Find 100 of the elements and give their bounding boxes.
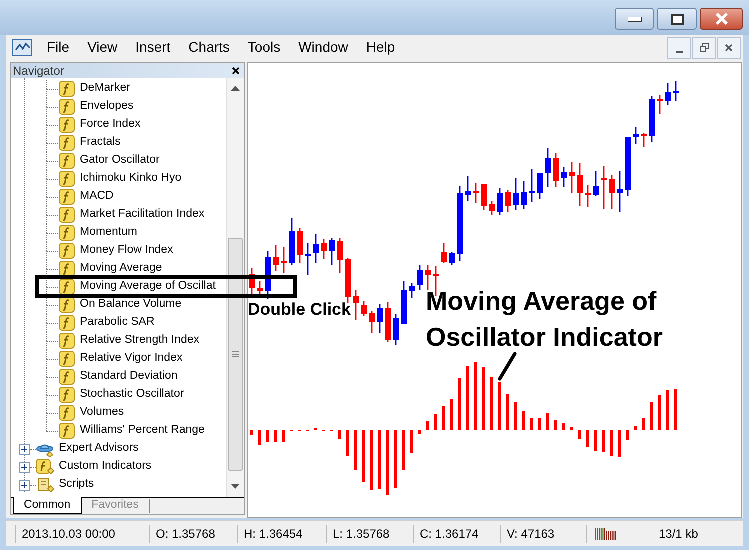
scroll-down-icon[interactable] [231, 484, 240, 489]
oscillator-bar [658, 395, 662, 430]
candlestick [625, 137, 631, 196]
candlestick [345, 258, 351, 303]
status-text: 2013.10.03 00:00 [16, 524, 150, 542]
oscillator-bar [266, 430, 270, 442]
oscillator-bar [618, 430, 622, 457]
oscillator-bar [610, 430, 614, 456]
menu-item[interactable]: View [78, 37, 127, 58]
function-icon [59, 297, 75, 313]
menu-item[interactable]: File [38, 37, 79, 58]
candlestick [481, 184, 487, 210]
oscillator-bar [378, 430, 382, 489]
scrollbar[interactable] [226, 78, 244, 497]
tree-item[interactable]: Stochastic Oscillator [80, 389, 184, 401]
function-icon [59, 225, 75, 241]
scrollbar-thumb[interactable] [228, 238, 243, 471]
tree-item[interactable]: Gator Oscillator [80, 155, 160, 167]
tree-item[interactable]: On Balance Volume [80, 299, 182, 311]
tree-item[interactable]: MACD [80, 191, 114, 203]
tree-item[interactable]: Standard Deviation [80, 371, 178, 383]
close-button[interactable] [700, 8, 743, 30]
candlestick [337, 238, 343, 273]
candlestick [465, 176, 471, 201]
expand-icon[interactable] [19, 462, 30, 472]
candlestick [489, 201, 495, 215]
minimize-button[interactable] [615, 8, 654, 30]
tree-item[interactable]: Volumes [80, 407, 124, 419]
oscillator-bar [538, 418, 542, 430]
oscillator-bar [514, 402, 518, 430]
tree-item[interactable]: Fractals [80, 137, 121, 149]
scroll-up-icon[interactable] [231, 86, 240, 91]
menu-item[interactable]: Window [290, 37, 358, 58]
menu-item[interactable]: Insert [126, 37, 180, 58]
oscillator-bar [394, 430, 398, 488]
expand-icon[interactable] [19, 480, 30, 490]
candlestick [297, 228, 303, 263]
oscillator-bar [354, 430, 358, 470]
minimize-icon [628, 16, 642, 22]
candlestick [265, 251, 271, 299]
tree-item[interactable]: Relative Strength Index [80, 335, 200, 347]
candlestick [497, 188, 503, 215]
tree-item[interactable]: Expert Advisors [59, 443, 139, 455]
navigator-tab[interactable]: Common [13, 497, 82, 514]
maximize-button[interactable] [657, 8, 697, 30]
status-text: H: 1.36454 [238, 524, 327, 542]
candlestick [577, 163, 583, 206]
oscillator-bar [490, 377, 494, 430]
restore-icon [700, 43, 708, 52]
status-text: 13/1 kb [658, 526, 700, 542]
tree-item[interactable]: Moving Average of Oscillat [80, 281, 216, 293]
function-icon [59, 207, 75, 223]
candlestick [561, 167, 567, 187]
oscillator-bar [370, 430, 374, 490]
oscillator-bar [626, 430, 630, 440]
oscillator-bar [362, 430, 366, 482]
oscillator-bar [346, 430, 350, 456]
candlestick [657, 95, 663, 114]
oscillator-bar [642, 418, 646, 430]
candlestick [513, 178, 519, 210]
oscillator-bar [474, 362, 478, 430]
oscillator-bar [666, 390, 670, 430]
tree-item[interactable]: Market Facilitation Index [80, 209, 205, 221]
leader-line [498, 352, 518, 382]
menu-item[interactable]: Help [357, 37, 404, 58]
tree-item[interactable]: Relative Vigor Index [80, 353, 183, 365]
candlestick [633, 127, 639, 144]
candlestick [353, 290, 359, 320]
tree-item[interactable]: Envelopes [80, 101, 134, 113]
menu-item[interactable]: Charts [180, 37, 239, 58]
function-icon [59, 405, 75, 421]
tree-item[interactable]: Force Index [80, 119, 141, 131]
expand-icon[interactable] [19, 444, 30, 454]
tree-item[interactable]: Williams' Percent Range [80, 425, 205, 437]
tree-item[interactable]: Momentum [80, 227, 138, 239]
candlestick [585, 185, 591, 207]
candlestick [361, 301, 367, 316]
restore-button[interactable] [692, 36, 716, 58]
tree-item[interactable]: DeMarker [80, 83, 130, 95]
candlestick [553, 153, 559, 187]
close-icon[interactable] [232, 66, 240, 74]
close-icon [714, 13, 728, 25]
status-text: C: 1.36174 [414, 524, 501, 542]
candlestick [569, 162, 575, 193]
menu-item[interactable]: Tools [238, 37, 290, 58]
oscillator-bar [418, 430, 422, 434]
candlestick [321, 239, 327, 259]
candlestick [473, 183, 479, 203]
tree-item[interactable]: Custom Indicators [59, 461, 152, 473]
tree-item[interactable]: Scripts [59, 479, 94, 491]
oscillator-bar [546, 413, 550, 430]
tree-item[interactable]: Ichimoku Kinko Hyo [80, 173, 182, 185]
close-button[interactable] [717, 36, 741, 58]
function-icon [59, 261, 75, 277]
tree-item[interactable]: Moving Average [80, 263, 162, 275]
function-icon [59, 351, 75, 367]
minimize-button[interactable] [667, 36, 691, 58]
tree-item[interactable]: Parabolic SAR [80, 317, 155, 329]
candlestick [593, 171, 599, 196]
tree-item[interactable]: Money Flow Index [80, 245, 174, 257]
